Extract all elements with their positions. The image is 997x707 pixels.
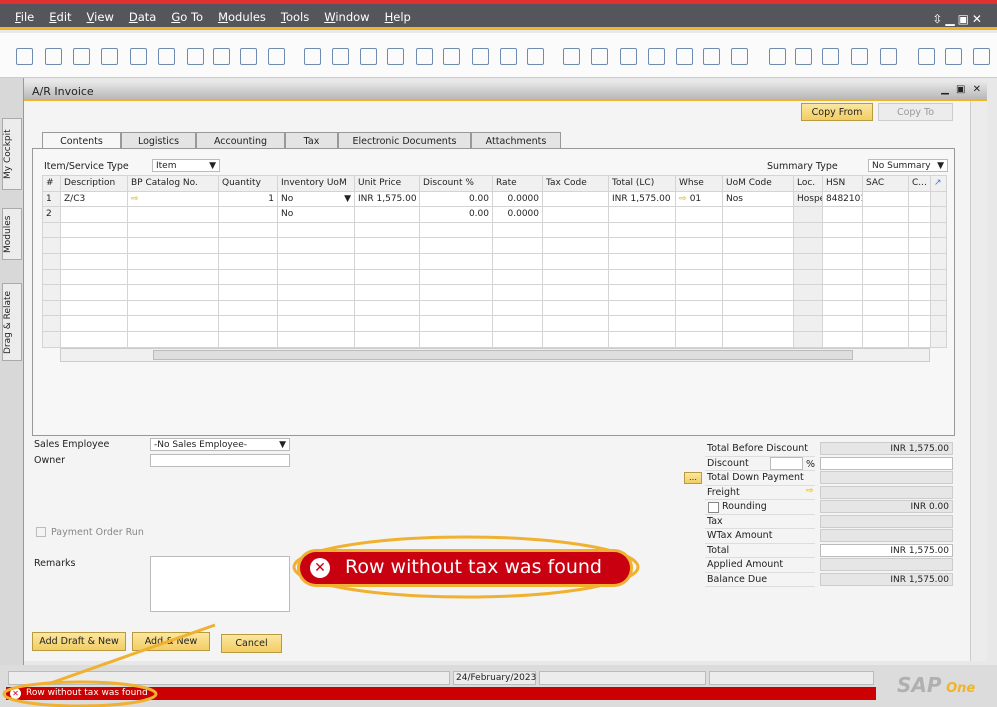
error-callout: ✕ Row without tax was found — [300, 552, 630, 584]
error-callout-text: Row without tax was found — [345, 556, 602, 578]
callout-ellipse-small — [2, 680, 158, 707]
error-callout-icon: ✕ — [310, 558, 330, 578]
annotation-overlay — [2, 535, 640, 707]
callout-line — [47, 623, 216, 686]
